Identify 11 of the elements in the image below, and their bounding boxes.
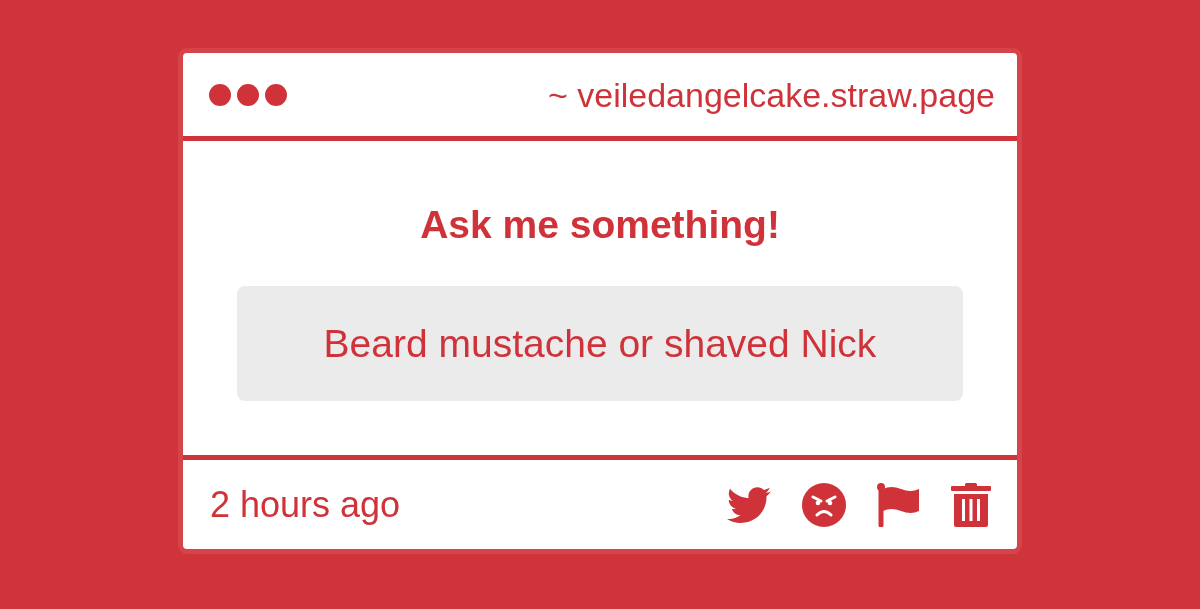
page-address: ~ veiledangelcake.straw.page bbox=[547, 76, 995, 115]
timestamp: 2 hours ago bbox=[210, 483, 401, 526]
dot-icon bbox=[209, 83, 231, 106]
question-text: Beard mustache or shaved Nick bbox=[237, 286, 963, 401]
prompt-title: Ask me something! bbox=[420, 203, 780, 247]
trash-icon[interactable] bbox=[951, 482, 991, 527]
bird-icon[interactable] bbox=[727, 486, 771, 523]
dot-icon bbox=[265, 83, 287, 106]
angry-face-icon[interactable] bbox=[802, 482, 846, 527]
dot-icon bbox=[237, 83, 259, 106]
flag-icon[interactable] bbox=[877, 482, 920, 527]
